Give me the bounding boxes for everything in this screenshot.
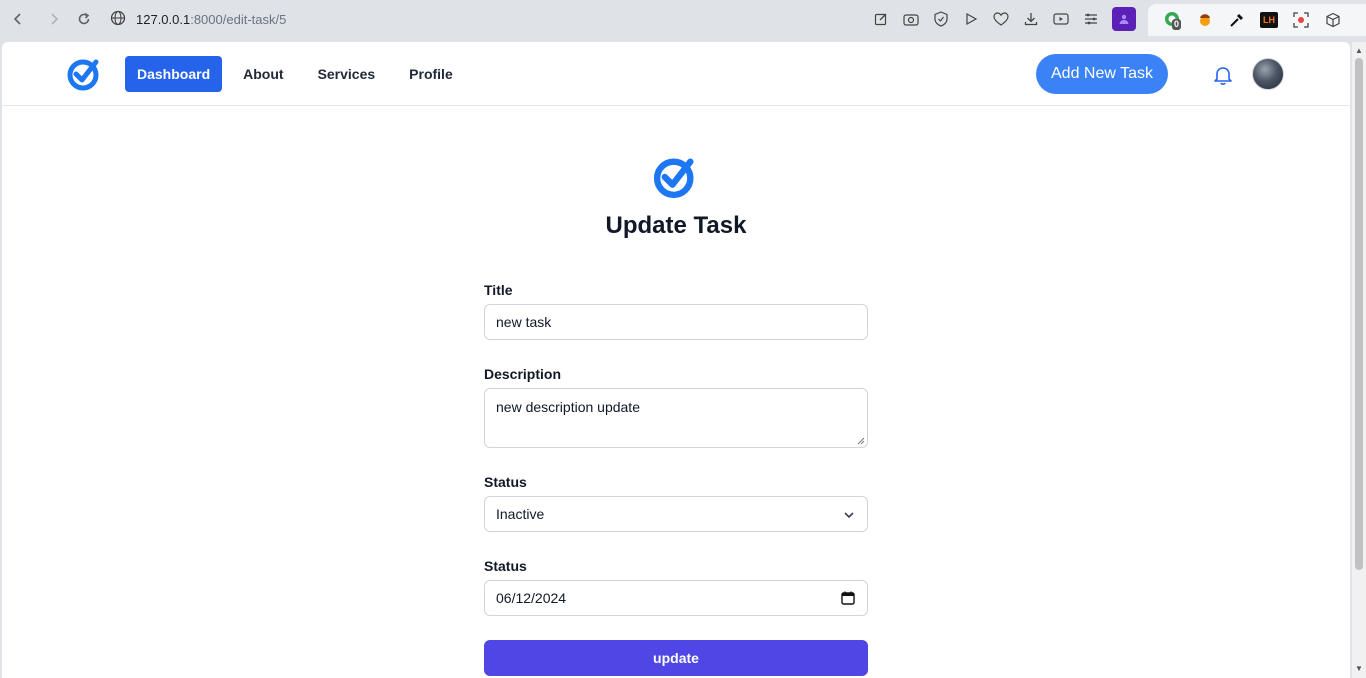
reload-icon[interactable]: [74, 9, 94, 29]
add-new-task-button[interactable]: Add New Task: [1036, 54, 1168, 94]
extensions-area: 0 LH: [1148, 4, 1366, 36]
scrollbar-thumb[interactable]: [1355, 58, 1363, 570]
lighthouse-icon[interactable]: LH: [1260, 12, 1278, 28]
browser-toolbar: 127.0.0.1:8000/edit-task/5 0 LH: [0, 0, 1366, 40]
main-nav: Dashboard About Services Profile: [125, 56, 466, 92]
page-scrollbar[interactable]: ▲ ▼: [1352, 42, 1366, 678]
title-input[interactable]: new task: [484, 304, 868, 340]
back-icon[interactable]: [8, 9, 28, 29]
extension-badge-icon[interactable]: 0: [1164, 11, 1182, 30]
media-icon[interactable]: [1052, 10, 1070, 28]
play-icon[interactable]: [962, 10, 980, 28]
date-input-value: 06/12/2024: [496, 590, 567, 606]
camera-icon[interactable]: [902, 10, 920, 28]
forward-icon[interactable]: [44, 9, 64, 29]
nav-about[interactable]: About: [230, 56, 296, 92]
scroll-down-icon[interactable]: ▼: [1355, 664, 1363, 673]
status-label: Status: [484, 474, 527, 490]
site-logo-icon[interactable]: [66, 56, 102, 92]
description-value: new description update: [496, 399, 640, 415]
lighthouse-label: LH: [1263, 15, 1275, 25]
form-logo-icon: [652, 154, 698, 200]
url-host: 127.0.0.1: [136, 11, 191, 27]
scroll-up-icon[interactable]: ▲: [1355, 46, 1363, 55]
status-select[interactable]: Inactive: [484, 496, 868, 532]
update-button[interactable]: update: [484, 640, 868, 676]
address-bar[interactable]: 127.0.0.1:8000/edit-task/5: [110, 6, 286, 32]
heart-icon[interactable]: [992, 10, 1010, 28]
globe-icon: [110, 10, 126, 29]
title-label: Title: [484, 282, 513, 298]
shield-icon[interactable]: [932, 10, 950, 28]
chevron-down-icon: [844, 512, 854, 519]
site-header: Dashboard About Services Profile Add New…: [2, 42, 1350, 106]
edit-icon[interactable]: [872, 10, 890, 28]
description-textarea[interactable]: new description update: [484, 388, 868, 448]
menu-lines-icon[interactable]: [1082, 10, 1100, 28]
download-icon[interactable]: [1022, 10, 1040, 28]
avatar[interactable]: [1252, 58, 1284, 90]
date-label: Status: [484, 558, 527, 574]
nav-profile[interactable]: Profile: [396, 56, 466, 92]
page-viewport: Dashboard About Services Profile Add New…: [2, 42, 1350, 678]
extension-badge-count: 0: [1172, 19, 1182, 30]
status-select-value: Inactive: [496, 506, 545, 522]
nav-services[interactable]: Services: [305, 56, 389, 92]
page-title: Update Task: [605, 212, 747, 239]
bell-icon[interactable]: [1212, 64, 1234, 86]
cube-icon[interactable]: [1324, 11, 1342, 29]
profile-extension-icon[interactable]: [1112, 7, 1136, 31]
toolbar-actions: [872, 7, 1136, 31]
resize-handle-icon[interactable]: [857, 437, 865, 445]
title-input-value: new task: [496, 314, 552, 330]
screen-record-icon[interactable]: [1292, 11, 1310, 29]
description-label: Description: [484, 366, 562, 382]
calendar-icon[interactable]: [841, 591, 855, 605]
eyedropper-icon[interactable]: [1228, 11, 1246, 29]
date-input[interactable]: 06/12/2024: [484, 580, 868, 616]
face-extension-icon[interactable]: [1196, 11, 1214, 29]
nav-dashboard[interactable]: Dashboard: [125, 56, 223, 92]
url-path: :8000/edit-task/5: [190, 11, 287, 27]
